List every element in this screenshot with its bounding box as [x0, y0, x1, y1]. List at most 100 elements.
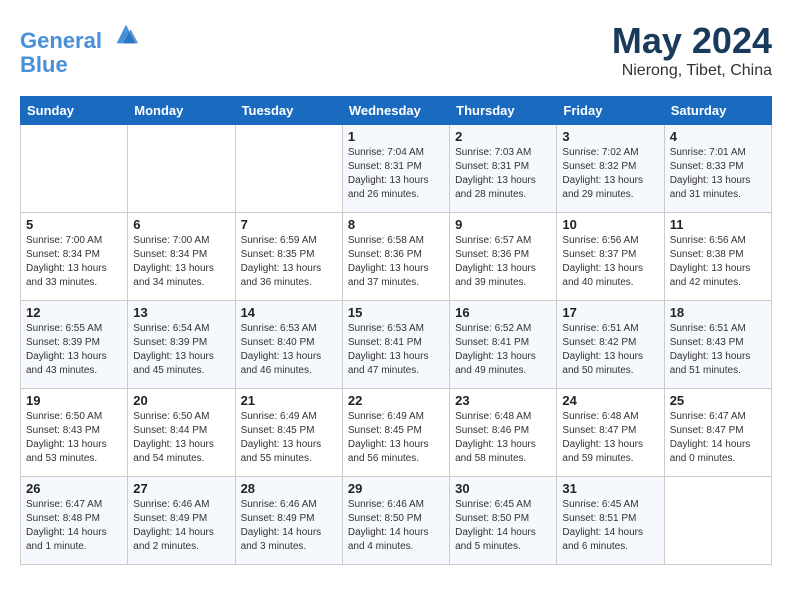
day-info: Sunrise: 6:54 AM Sunset: 8:39 PM Dayligh…: [133, 322, 229, 378]
calendar-cell: [664, 477, 771, 565]
calendar-cell: 4Sunrise: 7:01 AM Sunset: 8:33 PM Daylig…: [664, 125, 771, 213]
day-number: 21: [241, 393, 337, 408]
calendar-cell: 8Sunrise: 6:58 AM Sunset: 8:36 PM Daylig…: [342, 213, 449, 301]
day-info: Sunrise: 6:45 AM Sunset: 8:51 PM Dayligh…: [562, 498, 658, 554]
calendar-header-row: SundayMondayTuesdayWednesdayThursdayFrid…: [21, 97, 772, 125]
day-info: Sunrise: 6:56 AM Sunset: 8:37 PM Dayligh…: [562, 234, 658, 290]
day-info: Sunrise: 6:45 AM Sunset: 8:50 PM Dayligh…: [455, 498, 551, 554]
calendar-cell: 18 Sunrise: 6:51 AM Sunset: 8:43 PM Dayli…: [664, 301, 771, 389]
day-info: Sunrise: 7:04 AM Sunset: 8:31 PM Dayligh…: [348, 146, 444, 202]
logo: General Blue: [20, 20, 140, 77]
calendar-cell: 19 Sunrise: 6:50 AM Sunset: 8:43 PM Dayli…: [21, 389, 128, 477]
day-info: Sunrise: 6:57 AM Sunset: 8:36 PM Dayligh…: [455, 234, 551, 290]
day-number: 10: [562, 217, 658, 232]
day-number: 28: [241, 481, 337, 496]
day-info: Sunrise: 6:51 AM Sunset: 8:43 PM Dayligh…: [670, 322, 766, 378]
day-number: 19: [26, 393, 122, 408]
page-header: General Blue May 2024 Nierong, Tibet, Ch…: [20, 20, 772, 80]
day-info: Sunrise: 6:53 AM Sunset: 8:40 PM Dayligh…: [241, 322, 337, 378]
day-info: Sunrise: 6:49 AM Sunset: 8:45 PM Dayligh…: [241, 410, 337, 466]
day-number: 6: [133, 217, 229, 232]
day-info: Sunrise: 6:47 AM Sunset: 8:47 PM Dayligh…: [670, 410, 766, 466]
calendar-week-2: 5 Sunrise: 7:00 AM Sunset: 8:34 PM Daylig…: [21, 213, 772, 301]
day-info: Sunrise: 6:46 AM Sunset: 8:50 PM Dayligh…: [348, 498, 444, 554]
day-info: Sunrise: 6:50 AM Sunset: 8:44 PM Dayligh…: [133, 410, 229, 466]
day-info: Sunrise: 6:51 AM Sunset: 8:42 PM Dayligh…: [562, 322, 658, 378]
day-number: 27: [133, 481, 229, 496]
calendar-cell: 21 Sunrise: 6:49 AM Sunset: 8:45 PM Dayli…: [235, 389, 342, 477]
day-info: Sunrise: 7:00 AM Sunset: 8:34 PM Dayligh…: [26, 234, 122, 290]
day-number: 15: [348, 305, 444, 320]
day-number: 23: [455, 393, 551, 408]
day-number: 14: [241, 305, 337, 320]
calendar-week-4: 19 Sunrise: 6:50 AM Sunset: 8:43 PM Dayli…: [21, 389, 772, 477]
day-number: 11: [670, 217, 766, 232]
day-number: 9: [455, 217, 551, 232]
day-info: Sunrise: 6:48 AM Sunset: 8:46 PM Dayligh…: [455, 410, 551, 466]
day-number: 22: [348, 393, 444, 408]
day-number: 16: [455, 305, 551, 320]
header-thursday: Thursday: [450, 97, 557, 125]
day-number: 24: [562, 393, 658, 408]
day-number: 18: [670, 305, 766, 320]
calendar-cell: 29Sunrise: 6:46 AM Sunset: 8:50 PM Dayli…: [342, 477, 449, 565]
calendar-cell: 10 Sunrise: 6:56 AM Sunset: 8:37 PM Dayli…: [557, 213, 664, 301]
day-info: Sunrise: 7:03 AM Sunset: 8:31 PM Dayligh…: [455, 146, 551, 202]
calendar-cell: [128, 125, 235, 213]
header-friday: Friday: [557, 97, 664, 125]
calendar-cell: 24Sunrise: 6:48 AM Sunset: 8:47 PM Dayli…: [557, 389, 664, 477]
day-info: Sunrise: 7:02 AM Sunset: 8:32 PM Dayligh…: [562, 146, 658, 202]
calendar-cell: 23 Sunrise: 6:48 AM Sunset: 8:46 PM Dayli…: [450, 389, 557, 477]
day-number: 30: [455, 481, 551, 496]
logo-icon: [112, 20, 140, 48]
day-number: 17: [562, 305, 658, 320]
calendar-cell: 25 Sunrise: 6:47 AM Sunset: 8:47 PM Dayli…: [664, 389, 771, 477]
calendar-cell: [21, 125, 128, 213]
day-number: 13: [133, 305, 229, 320]
day-number: 8: [348, 217, 444, 232]
calendar-cell: 17 Sunrise: 6:51 AM Sunset: 8:42 PM Dayli…: [557, 301, 664, 389]
calendar-cell: 22Sunrise: 6:49 AM Sunset: 8:45 PM Dayli…: [342, 389, 449, 477]
calendar-cell: 6Sunrise: 7:00 AM Sunset: 8:34 PM Daylig…: [128, 213, 235, 301]
day-info: Sunrise: 6:46 AM Sunset: 8:49 PM Dayligh…: [241, 498, 337, 554]
calendar-cell: 14 Sunrise: 6:53 AM Sunset: 8:40 PM Dayli…: [235, 301, 342, 389]
day-info: Sunrise: 6:50 AM Sunset: 8:43 PM Dayligh…: [26, 410, 122, 466]
day-number: 31: [562, 481, 658, 496]
calendar-cell: 7 Sunrise: 6:59 AM Sunset: 8:35 PM Daylig…: [235, 213, 342, 301]
day-info: Sunrise: 6:53 AM Sunset: 8:41 PM Dayligh…: [348, 322, 444, 378]
calendar-cell: 3 Sunrise: 7:02 AM Sunset: 8:32 PM Daylig…: [557, 125, 664, 213]
header-wednesday: Wednesday: [342, 97, 449, 125]
calendar-cell: 27 Sunrise: 6:46 AM Sunset: 8:49 PM Dayli…: [128, 477, 235, 565]
calendar-table: SundayMondayTuesdayWednesdayThursdayFrid…: [20, 96, 772, 565]
calendar-cell: 9 Sunrise: 6:57 AM Sunset: 8:36 PM Daylig…: [450, 213, 557, 301]
logo-blue: Blue: [20, 53, 140, 77]
calendar-cell: [235, 125, 342, 213]
calendar-cell: 20Sunrise: 6:50 AM Sunset: 8:44 PM Dayli…: [128, 389, 235, 477]
day-number: 5: [26, 217, 122, 232]
day-info: Sunrise: 6:47 AM Sunset: 8:48 PM Dayligh…: [26, 498, 122, 554]
header-sunday: Sunday: [21, 97, 128, 125]
day-number: 1: [348, 129, 444, 144]
calendar-cell: 11 Sunrise: 6:56 AM Sunset: 8:38 PM Dayli…: [664, 213, 771, 301]
day-number: 25: [670, 393, 766, 408]
header-monday: Monday: [128, 97, 235, 125]
day-info: Sunrise: 6:59 AM Sunset: 8:35 PM Dayligh…: [241, 234, 337, 290]
calendar-cell: 16 Sunrise: 6:52 AM Sunset: 8:41 PM Dayli…: [450, 301, 557, 389]
calendar-week-5: 26Sunrise: 6:47 AM Sunset: 8:48 PM Dayli…: [21, 477, 772, 565]
calendar-cell: 1 Sunrise: 7:04 AM Sunset: 8:31 PM Daylig…: [342, 125, 449, 213]
day-info: Sunrise: 6:46 AM Sunset: 8:49 PM Dayligh…: [133, 498, 229, 554]
calendar-cell: 30 Sunrise: 6:45 AM Sunset: 8:50 PM Dayli…: [450, 477, 557, 565]
calendar-cell: 28 Sunrise: 6:46 AM Sunset: 8:49 PM Dayli…: [235, 477, 342, 565]
day-number: 7: [241, 217, 337, 232]
calendar-cell: 12Sunrise: 6:55 AM Sunset: 8:39 PM Dayli…: [21, 301, 128, 389]
header-saturday: Saturday: [664, 97, 771, 125]
day-number: 3: [562, 129, 658, 144]
day-info: Sunrise: 6:55 AM Sunset: 8:39 PM Dayligh…: [26, 322, 122, 378]
calendar-week-3: 12Sunrise: 6:55 AM Sunset: 8:39 PM Dayli…: [21, 301, 772, 389]
month-title: May 2024: [612, 20, 772, 62]
day-info: Sunrise: 6:52 AM Sunset: 8:41 PM Dayligh…: [455, 322, 551, 378]
calendar-cell: 2Sunrise: 7:03 AM Sunset: 8:31 PM Daylig…: [450, 125, 557, 213]
calendar-cell: 13 Sunrise: 6:54 AM Sunset: 8:39 PM Dayli…: [128, 301, 235, 389]
logo-text: General: [20, 20, 140, 53]
day-info: Sunrise: 6:56 AM Sunset: 8:38 PM Dayligh…: [670, 234, 766, 290]
